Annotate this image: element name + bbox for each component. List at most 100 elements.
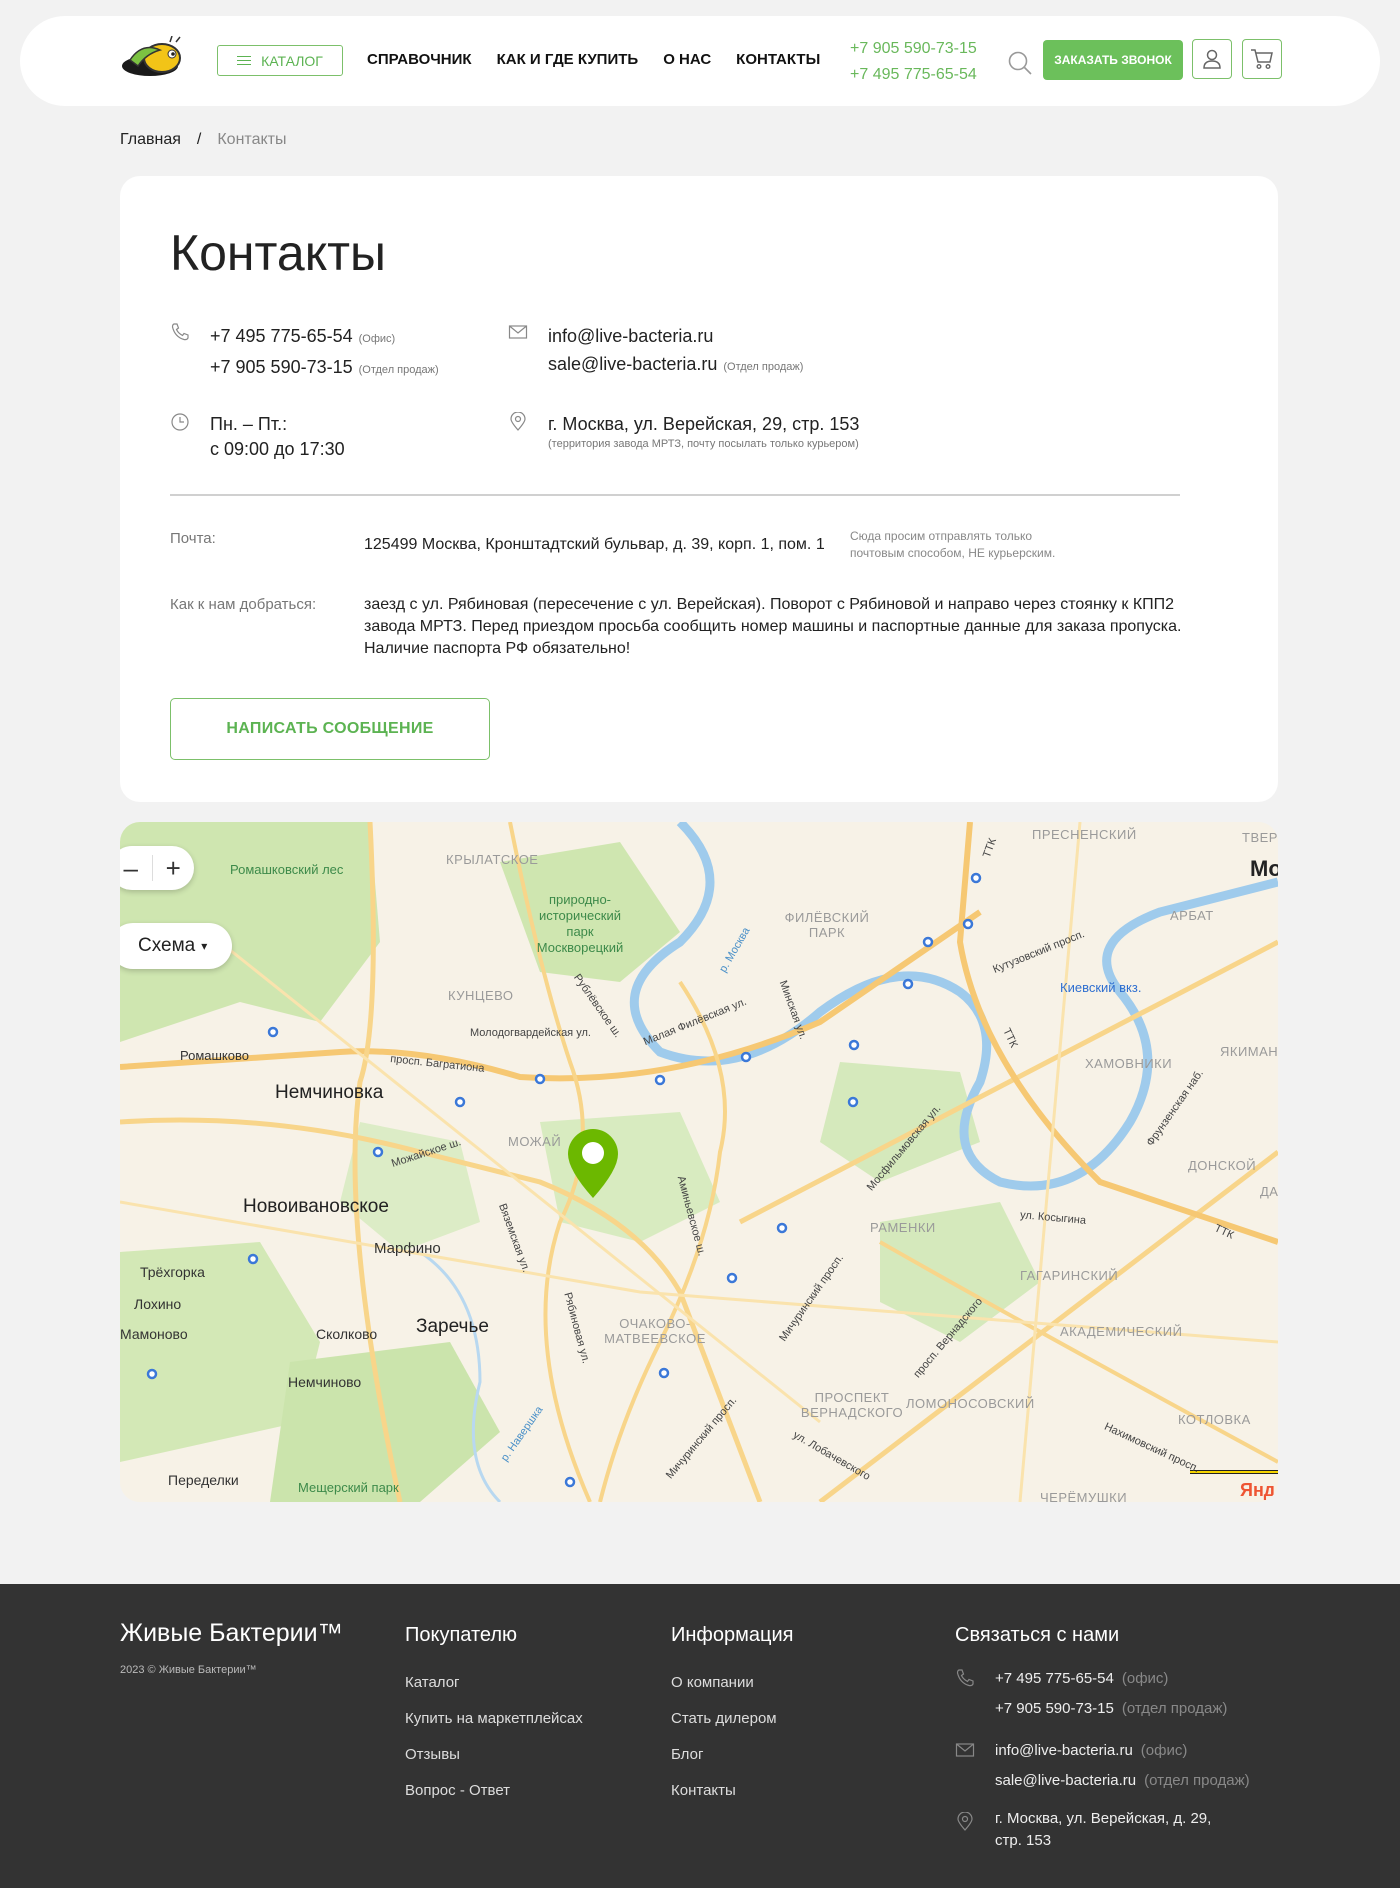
post-address: 125499 Москва, Кронштадтский бульвар, д.…: [364, 536, 825, 553]
site-footer: Живые Бактерии™ 2023 © Живые Бактерии™ П…: [0, 1584, 1400, 1888]
footer-info-email[interactable]: info@live-bacteria.ru: [995, 1742, 1133, 1759]
main-nav: СПРАВОЧНИК КАК И ГДЕ КУПИТЬ О НАС КОНТАК…: [367, 51, 820, 68]
map-label: ДА: [1260, 1184, 1278, 1199]
breadcrumb-home[interactable]: Главная: [120, 131, 181, 149]
map-label: МОЖАЙ: [508, 1134, 562, 1149]
yandex-logo[interactable]: Янд: [1240, 1480, 1275, 1501]
map-label: ОЧАКОВО-МАТВЕЕВСКОЕ: [604, 1316, 706, 1346]
map-label: Молодогвардейская ул.: [470, 1027, 591, 1039]
map-label: КУНЦЕВО: [448, 988, 514, 1003]
header-phone-link[interactable]: +7 495 775-65-54: [850, 62, 977, 88]
map-label: Сколково: [316, 1326, 378, 1342]
phone-icon: [171, 323, 189, 341]
map-label: Трёхгорка: [140, 1264, 205, 1280]
sales-email[interactable]: sale@live-bacteria.ru: [548, 354, 717, 374]
route-label: Как к нам добраться:: [170, 596, 317, 613]
map-label: Заречье: [416, 1316, 489, 1337]
cart-icon: [1251, 49, 1273, 70]
work-hours: с 09:00 до 17:30: [210, 439, 345, 459]
breadcrumb: Главная / Контакты: [120, 131, 286, 149]
footer-phone-note: (офис): [1121, 1670, 1169, 1687]
map-label: Ромашковский лес: [230, 862, 344, 877]
phone-icon: [956, 1669, 974, 1687]
map-label: природно-исторический парк Москворецкий: [536, 892, 624, 955]
location-map[interactable]: – + Схема ▾ Ромашковский лес КРЫЛАТСКОЕ …: [120, 822, 1278, 1502]
site-header: КАТАЛОГ СПРАВОЧНИК КАК И ГДЕ КУПИТЬ О НА…: [20, 16, 1380, 106]
footer-link[interactable]: Стать дилером: [671, 1701, 793, 1737]
zoom-in-button[interactable]: +: [153, 853, 195, 884]
map-label: ФИЛЁВСКИЙ ПАРК: [784, 910, 870, 940]
nav-item-handbook[interactable]: СПРАВОЧНИК: [367, 51, 472, 68]
catalog-label: КАТАЛОГ: [261, 52, 323, 69]
footer-link[interactable]: Каталог: [405, 1665, 583, 1701]
map-label: ЛОМОНОСОВСКИЙ: [906, 1396, 1035, 1411]
map-label: КРЫЛАТСКОЕ: [446, 852, 539, 867]
footer-address: г. Москва, ул. Верейская, д. 29, стр. 15…: [995, 1810, 1212, 1849]
office-phone-note: (Офис): [358, 333, 396, 345]
header-phones: +7 905 590-73-15 +7 495 775-65-54: [850, 36, 977, 88]
clock-icon: [171, 413, 189, 431]
map-label: Марфино: [374, 1240, 441, 1257]
post-label: Почта:: [170, 530, 216, 547]
footer-office-phone[interactable]: +7 495 775-65-54: [995, 1670, 1114, 1687]
map-label: ПРЕСНЕНСКИЙ: [1032, 827, 1137, 842]
search-icon[interactable]: [1007, 50, 1033, 76]
map-label: КОТЛОВКА: [1178, 1412, 1251, 1427]
account-button[interactable]: [1192, 39, 1232, 79]
footer-contact-column: Связаться с нами +7 495 775-65-54 (офис) …: [955, 1624, 1250, 1849]
map-canvas[interactable]: [120, 822, 1278, 1502]
breadcrumb-current: Контакты: [217, 131, 287, 148]
footer-email-note: (отдел продаж): [1144, 1772, 1250, 1789]
footer-sales-email[interactable]: sale@live-bacteria.ru: [995, 1772, 1136, 1789]
map-label: Немчиново: [288, 1374, 362, 1390]
map-label: ХАМОВНИКИ: [1085, 1056, 1173, 1071]
map-label: Киевский вкз.: [1060, 980, 1142, 995]
footer-info-title: Информация: [671, 1624, 794, 1646]
map-label: ГАГАРИНСКИЙ: [1020, 1268, 1119, 1283]
office-phone[interactable]: +7 495 775-65-54: [210, 326, 353, 346]
map-label: Мамоново: [120, 1326, 188, 1342]
catalog-button[interactable]: КАТАЛОГ: [217, 45, 343, 76]
footer-email-note: (офис): [1140, 1742, 1188, 1759]
footer-link[interactable]: Блог: [671, 1737, 793, 1773]
footer-link[interactable]: Купить на маркетплейсах: [405, 1701, 583, 1737]
map-label: ТВЕР: [1242, 830, 1278, 845]
footer-contact-title: Связаться с нами: [955, 1624, 1120, 1646]
location-pin-icon: [510, 412, 526, 431]
header-phone-link[interactable]: +7 905 590-73-15: [850, 36, 977, 62]
footer-link[interactable]: О компании: [671, 1665, 793, 1701]
write-message-button[interactable]: НАПИСАТЬ СООБЩЕНИЕ: [170, 698, 490, 760]
footer-link[interactable]: Вопрос - Ответ: [405, 1773, 583, 1809]
work-days: Пн. – Пт.:: [210, 414, 288, 434]
order-call-button[interactable]: ЗАКАЗАТЬ ЗВОНОК: [1043, 40, 1183, 80]
footer-brand: Живые Бактерии™: [120, 1619, 343, 1647]
menu-icon: [237, 56, 252, 65]
footer-sales-phone[interactable]: +7 905 590-73-15: [995, 1700, 1114, 1717]
map-label: РАМЕНКИ: [870, 1220, 936, 1235]
map-label: ЧЕРЁМУШКИ: [1040, 1490, 1128, 1502]
post-note: Сюда просим отправлять только почтовым с…: [850, 529, 1056, 560]
cart-button[interactable]: [1242, 39, 1282, 79]
map-label: Ромашково: [180, 1048, 249, 1063]
info-email[interactable]: info@live-bacteria.ru: [548, 322, 803, 350]
nav-item-about[interactable]: О НАС: [663, 51, 711, 68]
map-label: ДОНСКОЙ: [1188, 1158, 1257, 1173]
zoom-out-button[interactable]: –: [120, 853, 152, 884]
nav-item-where-to-buy[interactable]: КАК И ГДЕ КУПИТЬ: [497, 51, 639, 68]
map-label: Мещерский парк: [298, 1480, 399, 1495]
footer-link[interactable]: Отзывы: [405, 1737, 583, 1773]
map-label: Переделки: [168, 1472, 239, 1488]
location-pin-icon: [957, 1812, 973, 1831]
footer-link[interactable]: Контакты: [671, 1773, 793, 1809]
sales-phone[interactable]: +7 905 590-73-15: [210, 357, 353, 377]
nav-item-contacts[interactable]: КОНТАКТЫ: [736, 51, 820, 68]
footer-phone-note: (отдел продаж): [1121, 1700, 1228, 1717]
chevron-down-icon: ▾: [201, 939, 208, 953]
page-title: Контакты: [170, 225, 386, 281]
map-label: ПРОСПЕКТ ВЕРНАДСКОГО: [800, 1390, 904, 1420]
bee-logo-icon[interactable]: [120, 36, 196, 82]
sales-phone-note: (Отдел продаж): [358, 364, 439, 376]
route-description: заезд с ул. Рябиновая (пересечение с ул.…: [364, 596, 1182, 657]
mail-icon: [508, 325, 528, 339]
map-type-button[interactable]: Схема ▾: [120, 923, 232, 969]
